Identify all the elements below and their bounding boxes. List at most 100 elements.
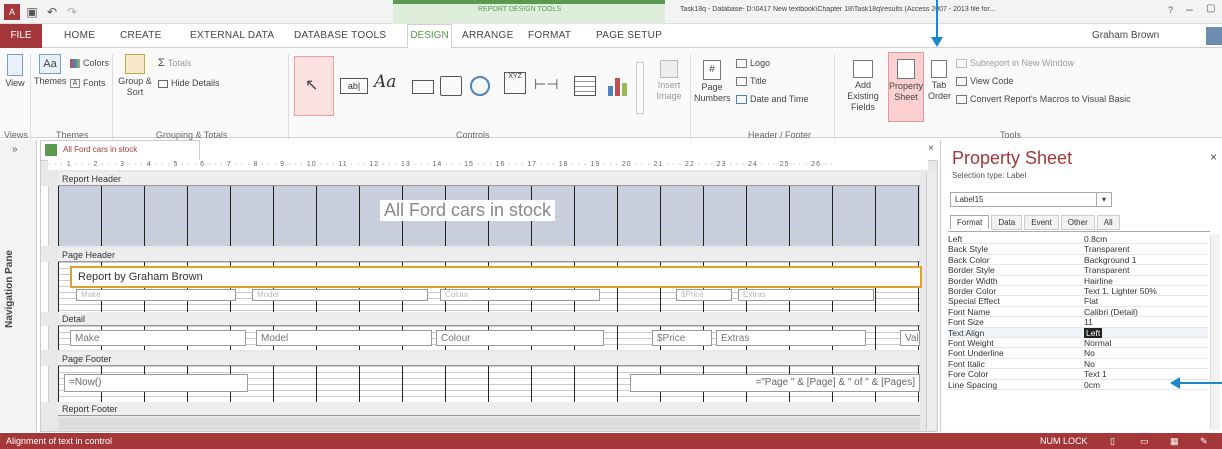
report-title-label[interactable]: All Ford cars in stock	[380, 200, 556, 221]
insert-image-button[interactable]: Insert Image	[652, 60, 686, 102]
section-report-footer[interactable]: Report Footer	[58, 402, 920, 416]
page-header-label[interactable]: Report by Graham Brown	[70, 266, 922, 288]
close-property-sheet-icon[interactable]: ×	[1210, 150, 1217, 164]
property-sheet-button[interactable]: Property Sheet	[888, 52, 924, 122]
colors-button[interactable]: Colors	[70, 58, 109, 69]
detail-field-colour[interactable]: Colour	[436, 330, 604, 346]
restore-icon[interactable]: ▢	[1206, 3, 1215, 14]
web-browser-control[interactable]: XYZ	[504, 72, 526, 94]
tab-order-button[interactable]: Tab Order	[928, 60, 951, 102]
user-name[interactable]: Graham Brown	[1092, 30, 1159, 41]
view-button[interactable]: View	[4, 54, 26, 89]
property-row[interactable]: Border Color Text 1, Lighter 50%	[948, 286, 1208, 297]
section-detail[interactable]: Detail	[58, 312, 920, 326]
chevron-down-icon[interactable]: ▾	[1096, 193, 1111, 206]
save-icon[interactable]: ▣	[24, 4, 40, 20]
redo-icon[interactable]: ↷	[64, 4, 80, 20]
detail-field-model[interactable]: Model	[256, 330, 432, 346]
property-row[interactable]: Special Effect Flat	[948, 296, 1208, 307]
totals-button[interactable]: Σ Totals	[158, 58, 191, 69]
property-row[interactable]: Font Italic No	[948, 359, 1208, 370]
detail-field-make[interactable]: Make	[70, 330, 246, 346]
tab-create[interactable]: CREATE	[120, 30, 162, 41]
property-row-text-align[interactable]: Text Align Left	[948, 327, 1208, 338]
tab-arrange[interactable]: ARRANGE	[462, 30, 514, 41]
property-row[interactable]: Font Underline No	[948, 348, 1208, 359]
ps-tab-other[interactable]: Other	[1060, 214, 1095, 230]
label-control[interactable]: Aa	[374, 72, 396, 92]
print-preview-icon[interactable]: ▭	[1140, 433, 1149, 449]
design-view-icon[interactable]: ✎	[1200, 433, 1208, 449]
tab-control-icon[interactable]	[440, 76, 462, 96]
property-row[interactable]: Left 0.8cm	[948, 234, 1208, 245]
tab-external-data[interactable]: EXTERNAL DATA	[190, 30, 274, 41]
textbox-control[interactable]: ab|	[340, 78, 368, 94]
controls-scroll[interactable]	[636, 62, 644, 114]
property-row[interactable]: Back Style Transparent	[948, 244, 1208, 255]
page-numbers-button[interactable]: # Page Numbers	[694, 60, 731, 104]
add-existing-fields-button[interactable]: Add Existing Fields	[840, 60, 886, 113]
ps-tab-all[interactable]: All	[1096, 214, 1120, 230]
navigation-control-icon[interactable]: ⊢⊣	[534, 76, 568, 94]
detail-field-price[interactable]: $Price	[652, 330, 712, 346]
selection-dropdown[interactable]: Label15	[950, 192, 1112, 207]
tab-page-setup[interactable]: PAGE SETUP	[596, 30, 662, 41]
hyperlink-globe-icon[interactable]	[470, 76, 490, 96]
view-code-button[interactable]: View Code	[956, 76, 1013, 87]
header-field-colour[interactable]: Colour	[440, 289, 600, 301]
fonts-button[interactable]: A Fonts	[70, 78, 106, 89]
chart-control-icon[interactable]	[606, 76, 628, 96]
undo-icon[interactable]: ↶	[44, 4, 60, 20]
tab-design[interactable]: DESIGN	[407, 24, 452, 49]
subreport-button[interactable]: Subreport in New Window	[956, 58, 1074, 69]
title-button[interactable]: Title	[736, 76, 767, 87]
themes-button[interactable]: Aa Themes	[34, 54, 67, 87]
user-avatar[interactable]	[1206, 27, 1222, 45]
select-control-button[interactable]: ↖	[294, 56, 334, 116]
property-row[interactable]: Border Width Hairline	[948, 276, 1208, 286]
help-button[interactable]: ?	[1168, 5, 1173, 15]
property-row[interactable]: Font Weight Normal	[948, 338, 1208, 349]
property-row[interactable]: Back Color Background 1	[948, 255, 1208, 266]
convert-macros-button[interactable]: Convert Report's Macros to Visual Basic	[956, 94, 1131, 105]
vertical-scrollbar[interactable]	[926, 172, 936, 430]
tab-home[interactable]: HOME	[64, 30, 95, 41]
property-value-selected[interactable]: Left	[1084, 327, 1103, 338]
tab-file[interactable]: FILE	[0, 24, 42, 48]
date-time-button[interactable]: Date and Time	[736, 94, 809, 105]
expand-nav-icon[interactable]: »	[12, 144, 18, 155]
close-document-icon[interactable]: ×	[928, 143, 934, 154]
report-view-icon[interactable]: ▯	[1110, 433, 1115, 449]
footer-page-field[interactable]: ="Page " & [Page] & " of " & [Pages]	[630, 374, 920, 392]
detail-field-val[interactable]: Val	[900, 330, 920, 346]
property-row[interactable]: Font Name Calibri (Detail)	[948, 307, 1208, 318]
section-page-footer[interactable]: Page Footer	[58, 352, 920, 366]
hide-details-button[interactable]: Hide Details	[158, 78, 220, 89]
ps-tab-event[interactable]: Event	[1024, 214, 1059, 230]
header-field-make[interactable]: Make	[76, 289, 236, 301]
logo-button[interactable]: Logo	[736, 58, 770, 69]
property-row[interactable]: Fore Color Text 1	[948, 369, 1208, 380]
tab-database-tools[interactable]: DATABASE TOOLS	[294, 30, 386, 41]
horizontal-scrollbar[interactable]	[58, 418, 920, 430]
document-tab[interactable]: All Ford cars in stock	[40, 140, 200, 160]
footer-now-field[interactable]: =Now()	[64, 374, 248, 392]
detail-field-extras[interactable]: Extras	[716, 330, 866, 346]
button-control-icon[interactable]	[412, 80, 434, 94]
property-sheet-scrollbar[interactable]	[1210, 234, 1220, 430]
minimize-icon[interactable]: –	[1186, 2, 1193, 16]
header-field-extras[interactable]: Extras	[738, 289, 874, 301]
property-row[interactable]: Line Spacing 0cm	[948, 380, 1208, 390]
section-report-header[interactable]: Report Header	[58, 172, 920, 186]
layout-view-icon[interactable]: ▦	[1170, 433, 1179, 449]
option-group-icon[interactable]	[574, 76, 596, 96]
ps-tab-data[interactable]: Data	[991, 214, 1023, 230]
tab-format[interactable]: FORMAT	[528, 30, 571, 41]
ps-tab-format[interactable]: Format	[950, 215, 990, 229]
property-row[interactable]: Border Style Transparent	[948, 265, 1208, 276]
header-field-price[interactable]: $Price	[676, 289, 732, 301]
section-page-header[interactable]: Page Header	[58, 248, 920, 262]
group-sort-button[interactable]: Group & Sort	[116, 54, 154, 98]
header-field-model[interactable]: Model	[252, 289, 428, 301]
property-row[interactable]: Font Size 11	[948, 317, 1208, 328]
